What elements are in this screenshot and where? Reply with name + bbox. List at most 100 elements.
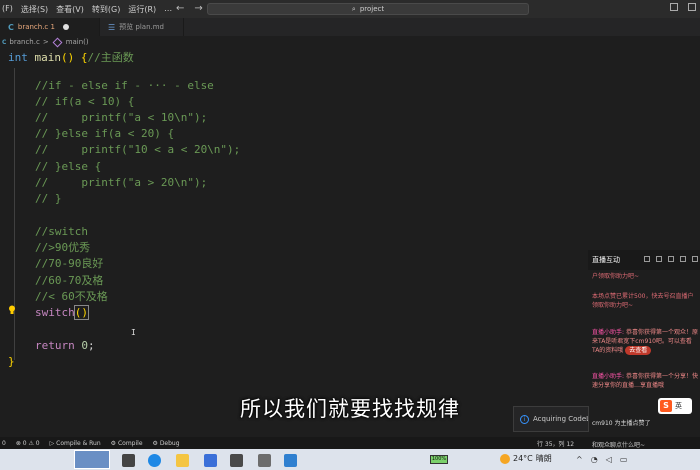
weather-condition: 晴朗: [535, 454, 552, 463]
parens: (): [61, 51, 75, 64]
task-view-icon[interactable]: [122, 454, 135, 467]
code-comment-line: //if - else if - ··· - else: [35, 79, 214, 92]
c-file-icon: C: [2, 38, 7, 46]
app-icon[interactable]: [230, 454, 243, 467]
compile-button[interactable]: ⚙ Compile: [111, 440, 143, 447]
keyword-switch: switch: [35, 306, 75, 319]
menu-item-selection[interactable]: 选择(S): [21, 4, 48, 15]
status-left: 0 ⊗ 0 ⚠ 0 ▷ Compile & Run ⚙ Compile ⚙ De…: [0, 440, 180, 447]
menu-item-view[interactable]: 查看(V): [56, 4, 84, 15]
sun-icon: [500, 453, 510, 464]
gift-icon[interactable]: [656, 256, 662, 262]
battery-indicator[interactable]: 100%: [430, 455, 448, 464]
tab-label: 预览 plan.md: [119, 23, 164, 31]
menu-item-go[interactable]: 转到(G): [92, 4, 120, 15]
text-cursor-icon: I: [131, 328, 136, 337]
unsaved-dot-icon[interactable]: [62, 24, 69, 30]
live-panel-title: 直播互动: [592, 256, 620, 264]
c-file-icon: C: [8, 22, 14, 32]
chat-author: 直播小助手:: [592, 373, 625, 380]
settings-icon[interactable]: [680, 256, 686, 262]
menu-item-file[interactable]: (F): [2, 4, 13, 15]
live-panel-controls: [644, 256, 698, 262]
cursor-position[interactable]: 行 35，列 12: [537, 439, 574, 448]
store-icon[interactable]: [204, 454, 217, 467]
code-comment-line: // printf("a < 10\n");: [35, 111, 208, 124]
live-chat-prompt[interactable]: 和观众聊点什么吧~: [592, 440, 645, 449]
app-icon[interactable]: [258, 454, 271, 467]
notification-text: Acquiring CodeLL: [533, 415, 589, 423]
collapse-icon[interactable]: [692, 256, 698, 262]
code-comment-line: // printf("10 < a < 20\n");: [35, 143, 241, 156]
notification-toast[interactable]: i Acquiring CodeLL: [513, 406, 589, 432]
problems-indicator[interactable]: ⊗ 0 ⚠ 0: [16, 440, 40, 447]
menu-item-run[interactable]: 运行(R): [128, 4, 156, 15]
keyword-return: return: [35, 339, 75, 352]
video-subtitle: 所以我们就要找找规律: [240, 397, 460, 421]
breadcrumb-symbol[interactable]: main(): [66, 38, 89, 46]
code-comment-line: // }else if(a < 20) {: [35, 127, 175, 140]
keyword-int: int: [8, 51, 28, 64]
code-line-switch: switch(): [35, 305, 90, 321]
tab-label: branch.c 1: [17, 23, 55, 31]
back-arrow-icon[interactable]: ←: [176, 3, 184, 14]
code-comment-line: //switch: [35, 225, 88, 238]
function-symbol-icon: [52, 37, 63, 47]
tab-plan-md[interactable]: ☰ 预览 plan.md: [100, 18, 184, 36]
debug-label: Debug: [159, 439, 180, 447]
chat-author: 直播小助手:: [592, 329, 625, 336]
nav-arrows: ← →: [176, 3, 203, 14]
file-explorer-icon[interactable]: [176, 454, 189, 467]
network-icon[interactable]: ◔: [591, 455, 598, 464]
status-branch[interactable]: 0: [2, 440, 6, 447]
chat-message: 直播小助手: 恭喜你获得第一个分享！快速分享你的直播…享直播哦: [592, 372, 698, 390]
weather-widget[interactable]: 24°C 晴朗: [500, 453, 552, 464]
notification-icon[interactable]: ▭: [620, 455, 628, 464]
search-label: project: [359, 5, 385, 13]
tab-branch-c[interactable]: C branch.c 1: [0, 18, 100, 36]
edge-browser-icon[interactable]: [148, 454, 161, 467]
code-comment-line: // printf("a > 20\n");: [35, 176, 208, 189]
semicolon: ;: [88, 339, 95, 352]
function-name: main: [34, 51, 62, 64]
compile-run-label: Compile & Run: [56, 439, 101, 447]
chat-message: 直播小助手: 恭喜你获得第一个观众！原来TA是听君宽下cm910吧。可以查看TA…: [592, 328, 698, 355]
code-comment-line: // if(a < 10) {: [35, 95, 135, 108]
code-comment-line: //>90优秀: [35, 241, 91, 254]
code-comment-line: //60-70及格: [35, 274, 104, 287]
toggle-panel-icon[interactable]: [670, 3, 678, 11]
compile-label: Compile: [117, 439, 143, 447]
share-icon[interactable]: [644, 256, 650, 262]
view-profile-button[interactable]: 去查看: [625, 346, 652, 355]
chat-message: 本场点赞已累计500，快去号召直播户领取你助力吧~: [592, 293, 694, 309]
search-icon: ⌕: [351, 4, 356, 13]
compile-run-button[interactable]: ▷ Compile & Run: [50, 440, 101, 447]
system-tray: ^ ◔ ◁ ▭: [576, 455, 627, 464]
menu-bar: (F) 选择(S) 查看(V) 转到(G) 运行(R) …: [0, 4, 172, 15]
chat-message: 户领取你助力吧~: [592, 273, 640, 280]
code-comment-line: // }else {: [35, 160, 102, 173]
debug-button[interactable]: ⚙ Debug: [153, 440, 180, 447]
customize-layout-icon[interactable]: [688, 3, 696, 11]
breadcrumb: C branch.c > main(): [0, 36, 89, 48]
volume-icon[interactable]: ◁: [606, 455, 612, 464]
tray-chevron-icon[interactable]: ^: [576, 455, 583, 464]
lightbulb-icon[interactable]: [8, 305, 16, 315]
indent-guide: [14, 68, 15, 360]
forward-arrow-icon[interactable]: →: [194, 3, 202, 14]
open-brace: {: [80, 51, 88, 64]
parens: (): [73, 305, 90, 320]
code-comment-line: // }: [35, 192, 62, 205]
menu-item-more[interactable]: …: [164, 4, 172, 15]
comment: //主函数: [87, 51, 134, 64]
video-icon[interactable]: [668, 256, 674, 262]
temperature: 24°C: [513, 454, 533, 463]
live-preview-thumbnail[interactable]: [74, 450, 110, 469]
code-line-main: int main() {//主函数: [8, 50, 134, 66]
close-brace: }: [8, 355, 15, 368]
command-center-search[interactable]: ⌕ project: [207, 3, 529, 15]
breadcrumb-separator: >: [42, 38, 49, 46]
vscode-icon[interactable]: [284, 454, 297, 467]
breadcrumb-file[interactable]: branch.c: [9, 38, 39, 46]
layout-controls: [670, 3, 696, 11]
